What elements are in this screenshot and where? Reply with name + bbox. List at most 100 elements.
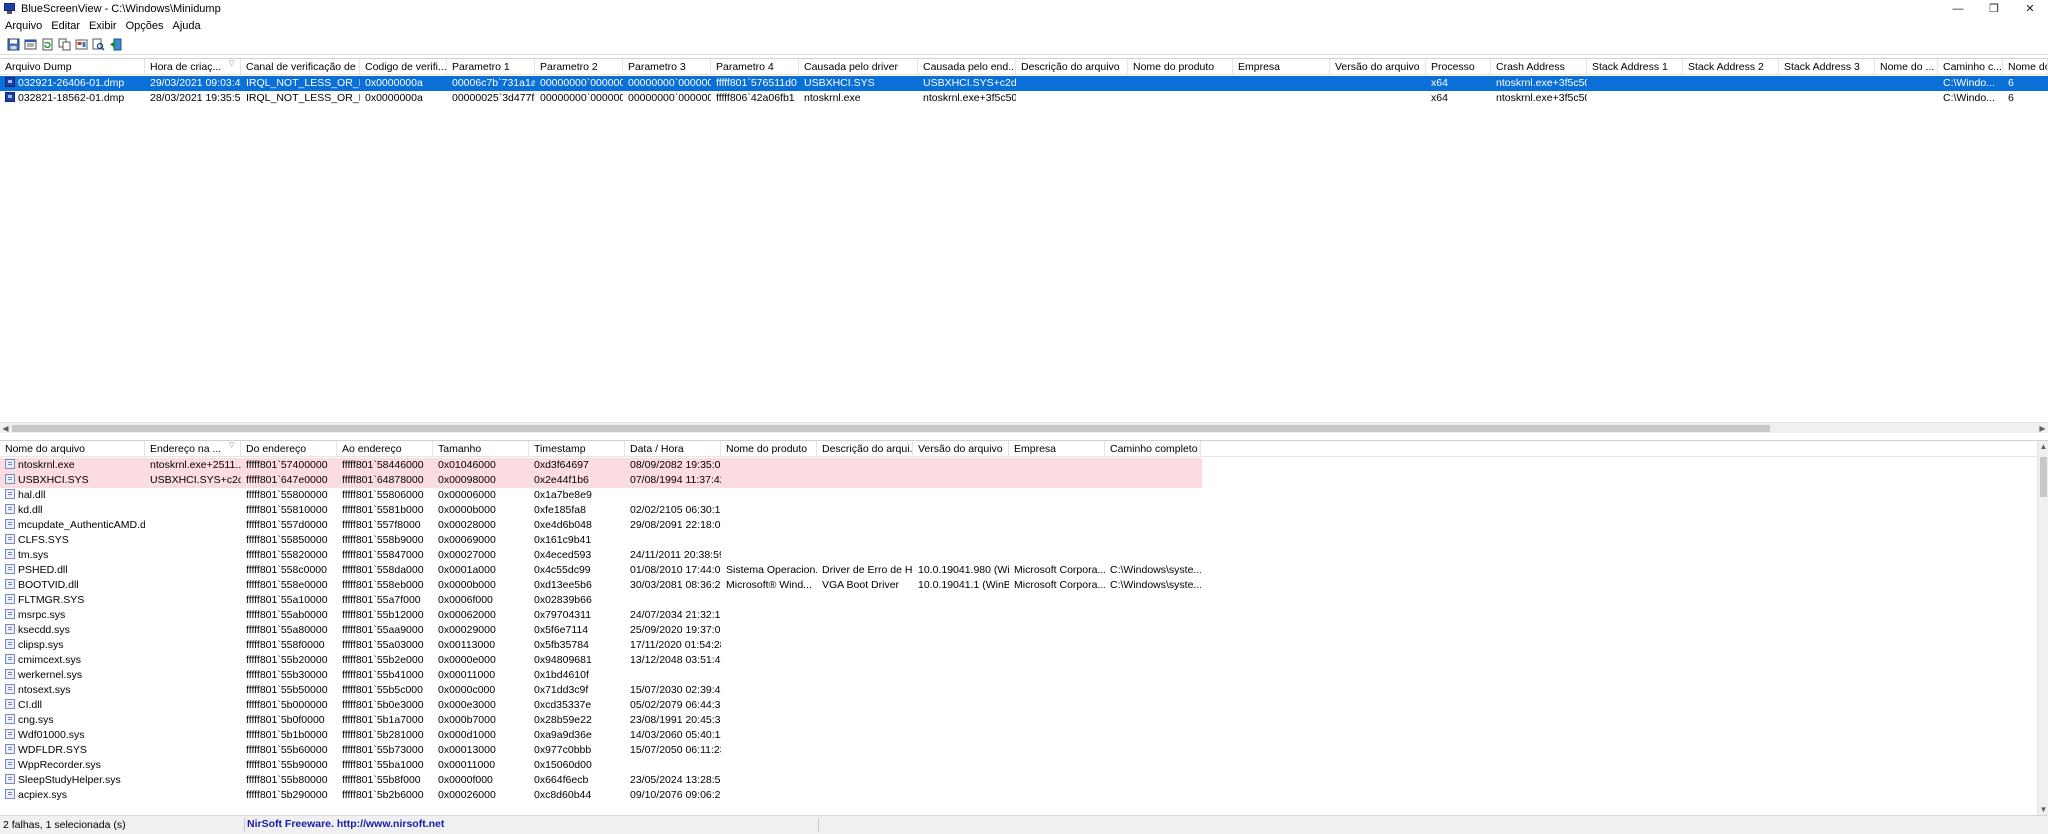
cell-text: 0x0000b000	[438, 504, 496, 516]
crash-list-column-header[interactable]: Nome do produto	[1128, 59, 1233, 75]
crash-list-column-header[interactable]: Caminho c...	[1938, 59, 2003, 75]
module-row[interactable]: CI.dll fffff801`5b000000 fffff801`5b0e3000…	[0, 698, 2048, 713]
scroll-right-icon[interactable]: ▶	[2037, 423, 2048, 434]
module-row[interactable]: ntoskrnl.exe ntoskrnl.exe+2511... fffff801…	[0, 458, 1202, 473]
module-list-column-header[interactable]: Caminho completo	[1105, 441, 1201, 457]
module-row[interactable]: WppRecorder.sys fffff801`55b90000 fffff801…	[0, 758, 2048, 773]
cell-text: 0x15060d00	[534, 759, 592, 771]
module-cell: 0x00011000	[433, 668, 529, 683]
crash-list-column-header[interactable]: Causada pelo driver	[799, 59, 918, 75]
module-list-column-header[interactable]: Versão do arquivo	[913, 441, 1009, 457]
minimize-button[interactable]: —	[1940, 0, 1976, 17]
module-cell: 0x664f6ecb	[529, 773, 625, 788]
module-row[interactable]: SleepStudyHelper.sys fffff801`55b80000 fff…	[0, 773, 2048, 788]
crash-list-column-header[interactable]: Codigo de verifi...	[360, 59, 447, 75]
module-cell	[721, 668, 817, 683]
module-list-column-header[interactable]: Do endereço	[241, 441, 337, 457]
scroll-up-icon[interactable]: ▲	[2038, 441, 2048, 452]
crash-row[interactable]: 032821-18562-01.dmp 28/03/2021 19:35:52 IR…	[0, 91, 2048, 106]
module-cell: Microsoft Corpora...	[1009, 578, 1105, 593]
module-row[interactable]: hal.dll fffff801`55800000 fffff801`5580600…	[0, 488, 2048, 503]
module-row[interactable]: ntosext.sys fffff801`55b50000 fffff801`55b…	[0, 683, 2048, 698]
module-row[interactable]: ksecdd.sys fffff801`55a80000 fffff801`55aa…	[0, 623, 2048, 638]
module-cell: Microsoft Corpora...	[1009, 563, 1105, 578]
cell-text: fffff801`55a10000	[246, 594, 328, 606]
module-row[interactable]: tm.sys fffff801`55820000 fffff801`55847000…	[0, 548, 2048, 563]
module-cell: 0xcd35337e	[529, 698, 625, 713]
module-row[interactable]: cmimcext.sys fffff801`55b20000 fffff801`55…	[0, 653, 2048, 668]
module-cell: hal.dll	[0, 488, 145, 503]
save-icon[interactable]	[6, 37, 20, 51]
crash-list-column-header[interactable]: Nome do ...	[1875, 59, 1938, 75]
module-list-column-header[interactable]: Timestamp	[529, 441, 625, 457]
scrollbar-thumb[interactable]	[12, 425, 1770, 432]
crash-row[interactable]: 032921-26406-01.dmp 29/03/2021 09:03:40 IR…	[0, 76, 2048, 91]
module-list-column-header[interactable]: Endereço na ...	[145, 441, 241, 457]
crash-list-column-header[interactable]: Parametro 4	[711, 59, 799, 75]
module-row[interactable]: USBXHCI.SYS USBXHCI.SYS+c2d0 fffff801`647e…	[0, 473, 1202, 488]
module-row[interactable]: msrpc.sys fffff801`55ab0000 fffff801`55b12…	[0, 608, 2048, 623]
html-report-icon[interactable]	[74, 37, 88, 51]
crash-list-column-header[interactable]: Nome do	[2003, 59, 2048, 75]
close-button[interactable]: ✕	[2012, 0, 2048, 17]
restore-button[interactable]: ❐	[1976, 0, 2012, 17]
module-list-column-header[interactable]: Ao endereço	[337, 441, 433, 457]
cell-text: SleepStudyHelper.sys	[18, 774, 121, 786]
crash-list-column-header[interactable]: Causada pelo end...	[918, 59, 1016, 75]
menu-exibir[interactable]: Exibir	[89, 20, 117, 32]
module-list-column-header[interactable]: Nome do produto	[721, 441, 817, 457]
module-row[interactable]: mcupdate_AuthenticAMD.dll fffff801`557d00…	[0, 518, 2048, 533]
menu-ajuda[interactable]: Ajuda	[172, 20, 200, 32]
module-cell: 0x00006000	[433, 488, 529, 503]
module-cell	[1105, 473, 1201, 488]
module-row[interactable]: Wdf01000.sys fffff801`5b1b0000 fffff801`5b…	[0, 728, 2048, 743]
module-cell: fffff801`55800000	[241, 488, 337, 503]
module-list-column-header[interactable]: Descrição do arqui...	[817, 441, 913, 457]
module-row[interactable]: BOOTVID.dll fffff801`558e0000 fffff801`558…	[0, 578, 2048, 593]
module-list-column-header[interactable]: Tamanho	[433, 441, 529, 457]
crash-list-column-header[interactable]: Arquivo Dump	[0, 59, 145, 75]
crash-list-column-header[interactable]: Stack Address 1	[1587, 59, 1683, 75]
crash-list-column-header[interactable]: Crash Address	[1491, 59, 1587, 75]
scroll-left-icon[interactable]: ◀	[0, 423, 11, 434]
crash-list-column-header[interactable]: Hora de criaç...	[145, 59, 241, 75]
module-list-vertical-scrollbar[interactable]: ▲ ▼	[2037, 441, 2048, 815]
crash-list-column-header[interactable]: Empresa	[1233, 59, 1330, 75]
crash-list-column-header[interactable]: Canal de verificação de ...	[241, 59, 360, 75]
module-row[interactable]: CLFS.SYS fffff801`55850000 fffff801`558b90…	[0, 533, 2048, 548]
crash-list-column-header[interactable]: Parametro 1	[447, 59, 535, 75]
module-list-column-header[interactable]: Nome do arquivo	[0, 441, 145, 457]
module-list-column-header[interactable]: Data / Hora	[625, 441, 721, 457]
module-row[interactable]: PSHED.dll fffff801`558c0000 fffff801`558da…	[0, 563, 2048, 578]
module-row[interactable]: clipsp.sys fffff801`558f0000 fffff801`55a0…	[0, 638, 2048, 653]
module-file-icon	[5, 474, 15, 484]
crash-list-column-header[interactable]: Stack Address 3	[1779, 59, 1875, 75]
module-row[interactable]: cng.sys fffff801`5b0f0000 fffff801`5b1a700…	[0, 713, 2048, 728]
nirsoft-link[interactable]: NirSoft Freeware. http://www.nirsoft.net	[247, 818, 444, 830]
module-cell	[625, 668, 721, 683]
module-cell	[1009, 743, 1105, 758]
module-row[interactable]: WDFLDR.SYS fffff801`55b60000 fffff801`55b7…	[0, 743, 2048, 758]
crash-list-column-header[interactable]: Stack Address 2	[1683, 59, 1779, 75]
crash-list-horizontal-scrollbar[interactable]: ◀ ▶	[0, 422, 2048, 433]
menu-opcoes[interactable]: Opções	[126, 20, 164, 32]
menu-editar[interactable]: Editar	[51, 20, 80, 32]
module-row[interactable]: acpiex.sys fffff801`5b290000 fffff801`5b2b…	[0, 788, 2048, 803]
crash-list-column-header[interactable]: Parametro 3	[623, 59, 711, 75]
crash-list-column-header[interactable]: Descrição do arquivo	[1016, 59, 1128, 75]
exit-icon[interactable]	[108, 37, 122, 51]
scrollbar-thumb[interactable]	[2040, 457, 2047, 497]
crash-list-column-header[interactable]: Versão do arquivo	[1330, 59, 1426, 75]
scroll-down-icon[interactable]: ▼	[2038, 804, 2048, 815]
module-row[interactable]: kd.dll fffff801`55810000 fffff801`5581b000…	[0, 503, 2048, 518]
copy-icon[interactable]	[57, 37, 71, 51]
refresh-icon[interactable]	[40, 37, 54, 51]
module-row[interactable]: werkernel.sys fffff801`55b30000 fffff801`5…	[0, 668, 2048, 683]
find-icon[interactable]	[91, 37, 105, 51]
module-list-column-header[interactable]: Empresa	[1009, 441, 1105, 457]
crash-list-column-header[interactable]: Parametro 2	[535, 59, 623, 75]
crash-list-column-header[interactable]: Processo	[1426, 59, 1491, 75]
menu-arquivo[interactable]: Arquivo	[5, 20, 42, 32]
module-row[interactable]: FLTMGR.SYS fffff801`55a10000 fffff801`55a7…	[0, 593, 2048, 608]
properties-icon[interactable]	[23, 37, 37, 51]
